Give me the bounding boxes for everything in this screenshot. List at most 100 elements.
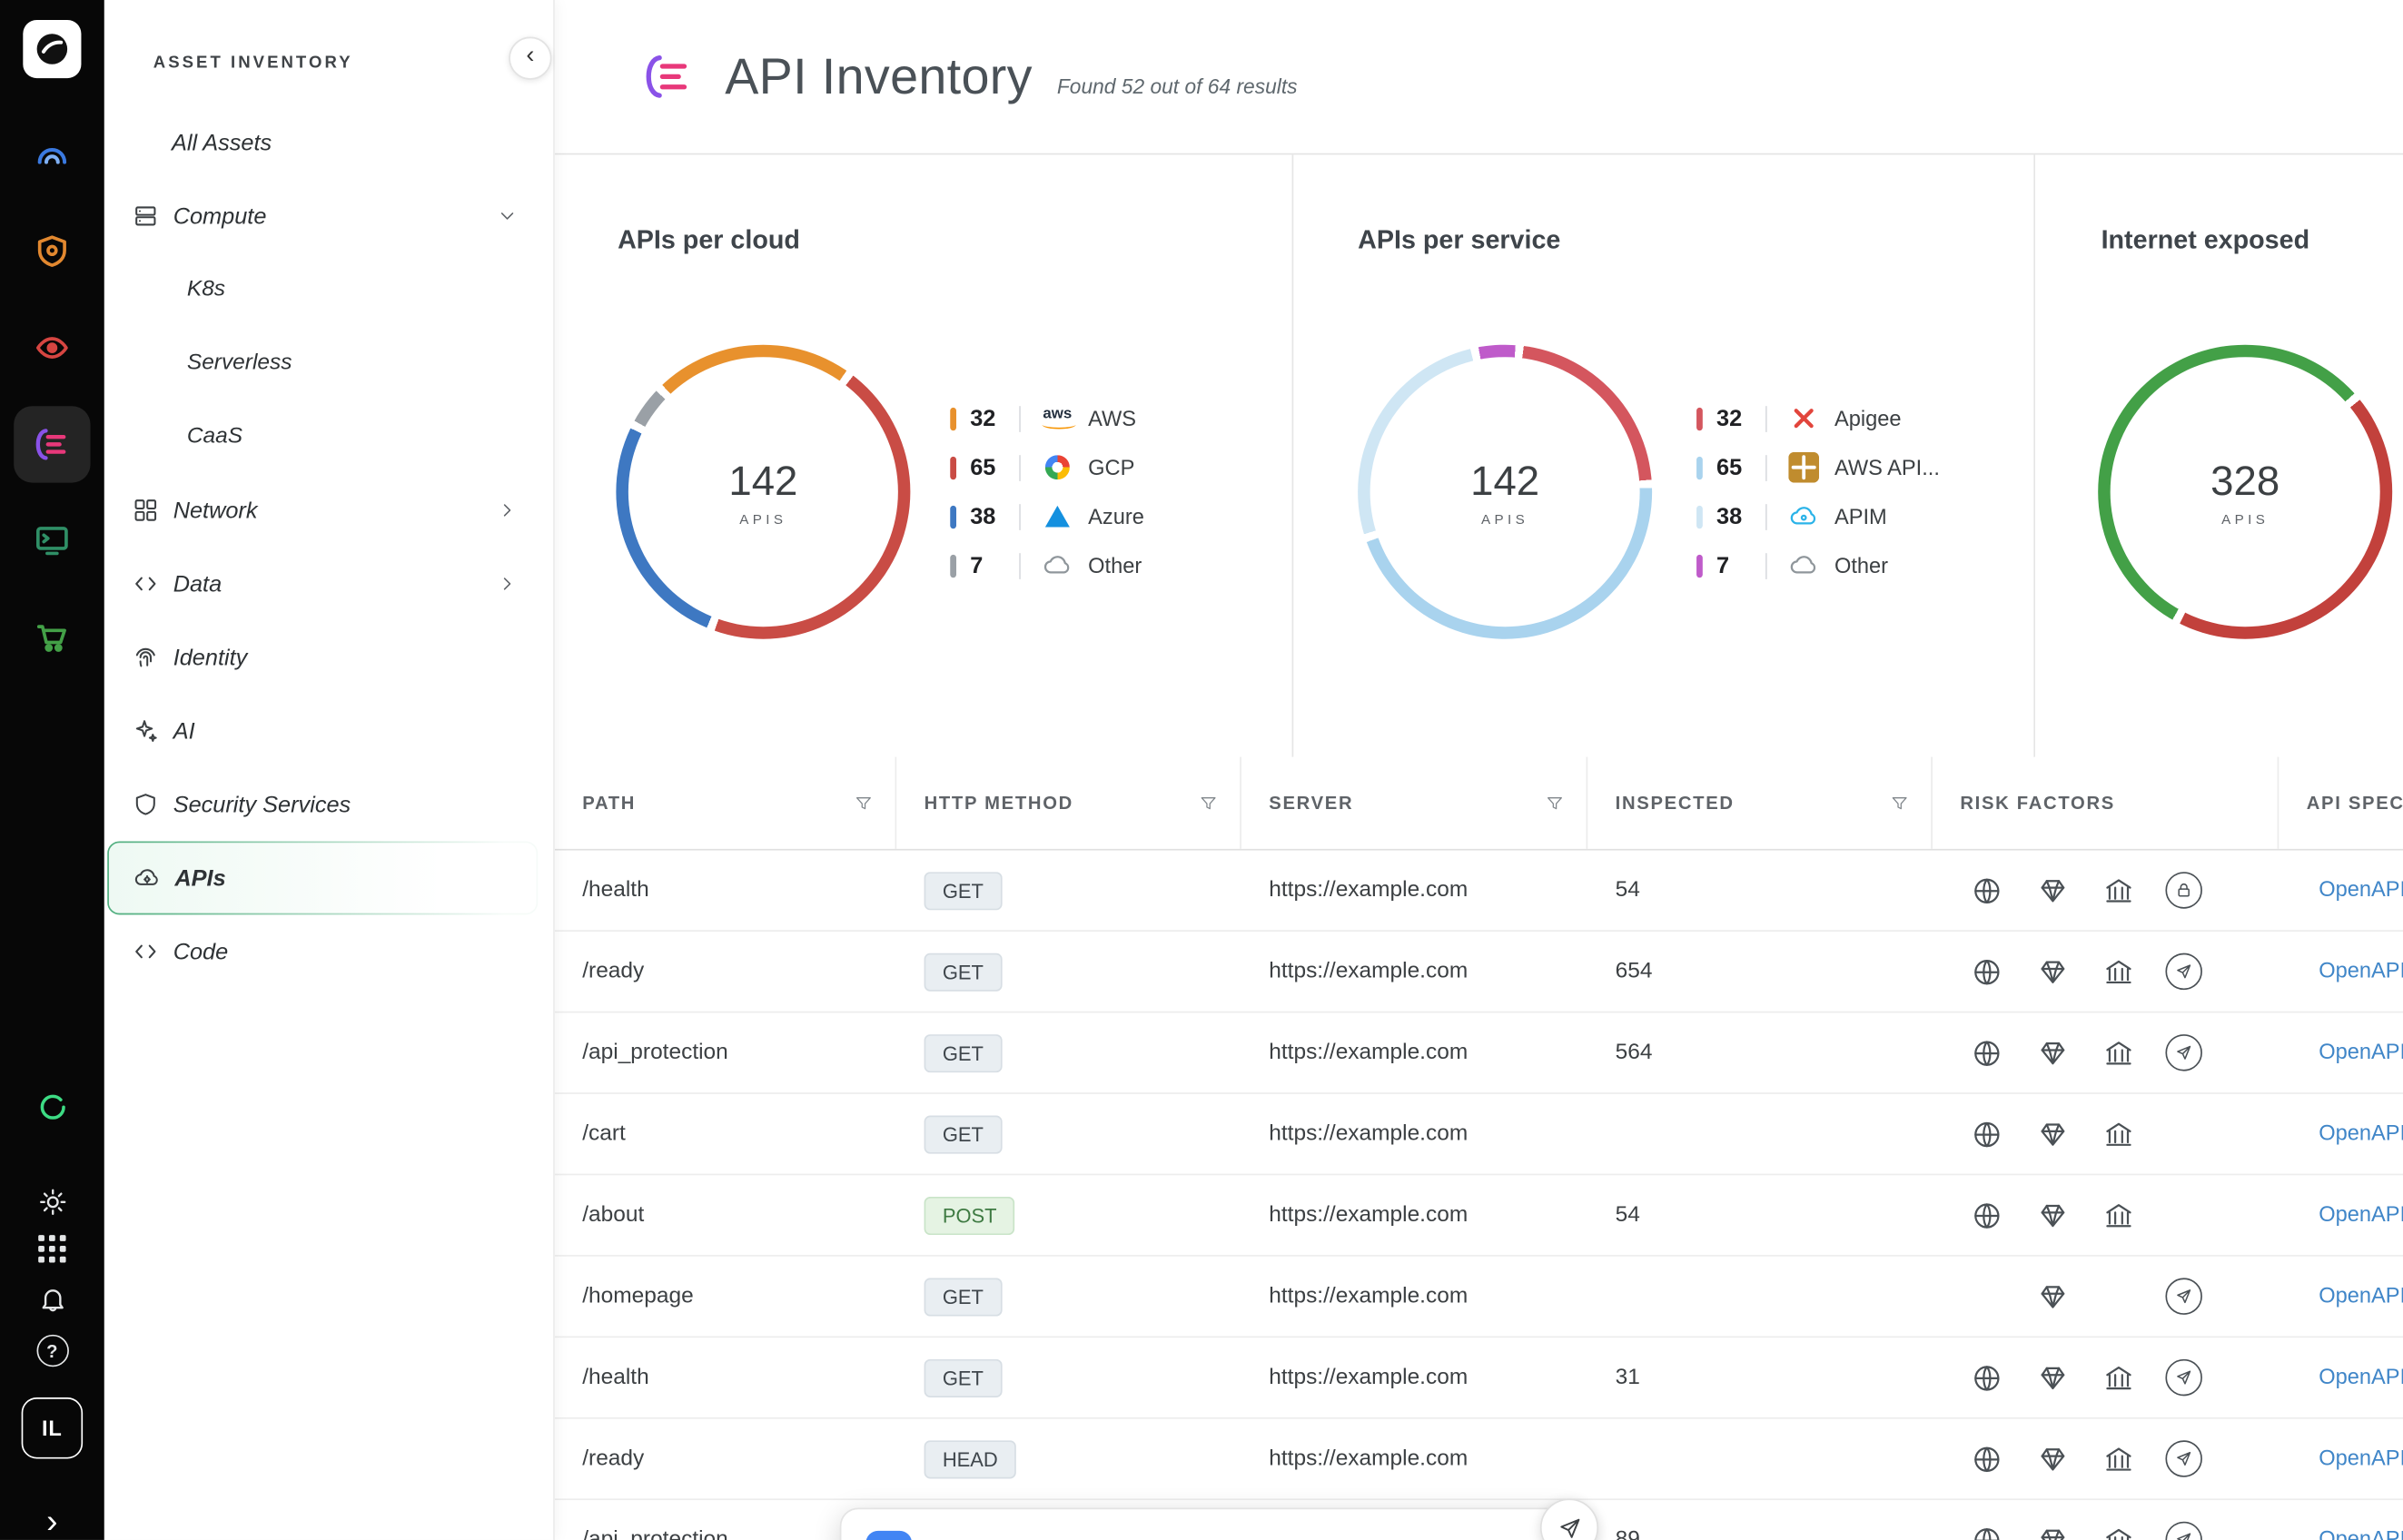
donut-total: 142: [1470, 458, 1539, 505]
column-header-api-spec[interactable]: API SPEC: [2279, 757, 2403, 849]
gem-risk-icon: [2033, 953, 2071, 991]
api-spec-cell: OpenAPI: [2279, 1526, 2403, 1540]
table-row[interactable]: /readyGEThttps://example.com654OpenAPI: [555, 932, 2403, 1012]
terminal-module[interactable]: [0, 492, 104, 588]
column-header-risk-factors[interactable]: RISK FACTORS: [1933, 757, 2279, 849]
legend-item-aws: 32awsAWS: [950, 394, 1144, 443]
send-risk-icon: [2165, 1034, 2202, 1071]
api-spec-cell: OpenAPI: [2279, 958, 2403, 985]
http-method-badge: GET: [925, 1033, 1003, 1071]
openapi-link[interactable]: OpenAPI: [2319, 958, 2403, 982]
brand-logo[interactable]: [23, 20, 81, 78]
donut-chart-internet-exposed: 328 APIs: [2098, 345, 2392, 639]
cloud-icon: [1785, 550, 1823, 581]
http-method-badge: GET: [925, 871, 1003, 909]
sidebar-item-data[interactable]: Data: [107, 547, 538, 620]
funnel-icon[interactable]: [1545, 793, 1565, 813]
bank-risk-icon: [2100, 953, 2137, 991]
legend-label: Other: [1834, 553, 1888, 578]
funnel-icon[interactable]: [854, 793, 874, 813]
sidebar-item-ai[interactable]: AI: [107, 694, 538, 767]
legend-divider: [1765, 405, 1767, 431]
risk-factors-cell: [1933, 1197, 2279, 1234]
rail-expand-chevron[interactable]: ›: [0, 1506, 104, 1537]
apps-grid-icon[interactable]: [0, 1235, 104, 1262]
help-icon[interactable]: ?: [0, 1335, 104, 1367]
table-row[interactable]: /api_protectionGEThttps://example.com564…: [555, 1012, 2403, 1093]
sidebar-item-label: Compute: [173, 203, 267, 230]
primary-view-button[interactable]: [865, 1531, 912, 1540]
table-row[interactable]: /aboutPOSThttps://example.com54OpenAPI: [555, 1175, 2403, 1256]
settings-gear-icon[interactable]: [0, 1186, 104, 1218]
table-row[interactable]: /homepageGEThttps://example.comOpenAPI: [555, 1257, 2403, 1338]
sidebar-item-security-services[interactable]: Security Services: [107, 767, 538, 841]
inspected-cell: 31: [1587, 1366, 1933, 1390]
sidebar-item-serverless[interactable]: Serverless: [107, 326, 538, 400]
shield-module[interactable]: [0, 202, 104, 299]
column-label: PATH: [582, 792, 636, 814]
column-header-path[interactable]: PATH: [555, 757, 896, 849]
sidebar-item-caas[interactable]: CaaS: [107, 400, 538, 473]
legend-marker: [950, 505, 956, 528]
gem-risk-icon: [2033, 1440, 2071, 1477]
legend-label: Azure: [1088, 504, 1144, 528]
notifications-bell-icon[interactable]: [0, 1282, 104, 1314]
risk-factors-cell: [1933, 953, 2279, 991]
gcp-icon: [1039, 455, 1076, 479]
funnel-icon[interactable]: [1890, 793, 1910, 813]
sidebar-item-code[interactable]: Code: [107, 914, 538, 988]
donut-chart-apis-per-cloud: 142APIs: [616, 345, 910, 639]
path-cell: /health: [555, 878, 896, 903]
network-icon: [132, 497, 159, 524]
openapi-link[interactable]: OpenAPI: [2319, 1120, 2403, 1145]
server-cell: https://example.com: [1241, 1121, 1587, 1146]
path-cell: /about: [555, 1203, 896, 1228]
gem-risk-icon: [2033, 1116, 2071, 1153]
path-cell: /ready: [555, 1446, 896, 1471]
sidebar-item-all-assets[interactable]: All Assets: [107, 105, 538, 179]
legend-divider: [1765, 503, 1767, 529]
arc-module[interactable]: [0, 105, 104, 202]
funnel-icon[interactable]: [1199, 793, 1219, 813]
table-row[interactable]: /healthGEThttps://example.com31OpenAPI: [555, 1338, 2403, 1418]
openapi-link[interactable]: OpenAPI: [2319, 1526, 2403, 1540]
api-spec-cell: OpenAPI: [2279, 1201, 2403, 1229]
sidebar-item-label: Data: [173, 571, 222, 597]
sidebar-collapse-button[interactable]: ‹: [509, 37, 551, 80]
inspected-cell: 564: [1587, 1041, 1933, 1065]
api-module-active[interactable]: [0, 395, 104, 491]
openapi-link[interactable]: OpenAPI: [2319, 1445, 2403, 1469]
azure-icon: [1039, 506, 1076, 528]
cart-module[interactable]: [0, 588, 104, 685]
table-row[interactable]: /readyHEADhttps://example.comOpenAPI: [555, 1419, 2403, 1500]
column-header-http-method[interactable]: HTTP METHOD: [896, 757, 1241, 849]
sidebar-item-network[interactable]: Network: [107, 473, 538, 547]
gem-risk-icon: [2033, 1278, 2071, 1315]
sidebar-item-apis[interactable]: APIs: [107, 841, 538, 914]
avatar[interactable]: IL: [0, 1397, 104, 1459]
eye-module[interactable]: [0, 299, 104, 395]
openapi-link[interactable]: OpenAPI: [2319, 876, 2403, 901]
sidebar-item-k8s[interactable]: K8s: [107, 252, 538, 326]
risk-factors-cell: [1933, 1034, 2279, 1071]
legend-label: GCP: [1088, 455, 1134, 479]
column-header-server[interactable]: SERVER: [1241, 757, 1587, 849]
chevron-right-icon: [497, 499, 519, 521]
ring-logo-icon[interactable]: [0, 1091, 104, 1123]
donut-total: 328: [2210, 458, 2279, 505]
openapi-link[interactable]: OpenAPI: [2319, 1201, 2403, 1226]
server-cell: https://example.com: [1241, 959, 1587, 983]
openapi-link[interactable]: OpenAPI: [2319, 1364, 2403, 1388]
sidebar-item-identity[interactable]: Identity: [107, 620, 538, 694]
openapi-link[interactable]: OpenAPI: [2319, 1039, 2403, 1063]
table-row[interactable]: /healthGEThttps://example.com54OpenAPI: [555, 851, 2403, 932]
donut-total-label: APIs: [2221, 511, 2269, 527]
column-header-inspected[interactable]: INSPECTED: [1587, 757, 1933, 849]
legend-item-apim: 38APIM: [1696, 492, 1940, 541]
sidebar-item-compute[interactable]: Compute: [107, 179, 538, 252]
openapi-link[interactable]: OpenAPI: [2319, 1282, 2403, 1307]
table-row[interactable]: /cartGEThttps://example.comOpenAPI: [555, 1094, 2403, 1175]
lock-risk-icon: [2165, 872, 2202, 909]
risk-factors-cell: [1933, 1440, 2279, 1477]
method-cell: GET: [896, 1115, 1241, 1153]
